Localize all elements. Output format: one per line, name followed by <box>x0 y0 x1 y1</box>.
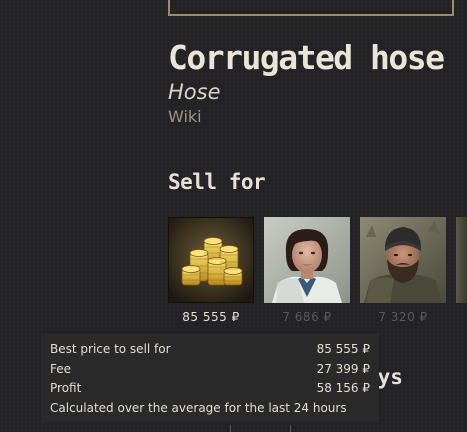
tooltip-note-row: Calculated over the average for the last… <box>50 399 370 419</box>
profit-label: Profit <box>50 381 82 395</box>
trader-price: 85 555 ₽ <box>182 310 240 324</box>
tooltip-best-price-row: Best price to sell for 85 555 ₽ <box>50 340 370 360</box>
tooltip-fee-row: Fee 27 399 ₽ <box>50 360 370 380</box>
best-price-label: Best price to sell for <box>50 342 171 356</box>
item-image-frame <box>168 0 454 16</box>
trader-portrait-bearded-man <box>360 217 446 303</box>
trader-price: 7 686 ₽ <box>282 310 332 324</box>
tooltip-profit-row: Profit 58 156 ₽ <box>50 379 370 399</box>
best-price-value: 85 555 ₽ <box>316 342 370 356</box>
trader-partial[interactable] <box>456 217 467 303</box>
sell-for-heading: Sell for <box>168 170 266 194</box>
item-type: Hose <box>168 80 221 104</box>
trader-price: 7 320 ₽ <box>378 310 428 324</box>
trader-flea-market[interactable]: 85 555 ₽ <box>168 217 254 324</box>
profit-value: 58 156 ₽ <box>316 381 370 395</box>
trader-jaeger[interactable]: 7 320 ₽ <box>360 217 446 324</box>
item-title: Corrugated hose <box>168 38 445 77</box>
wiki-link[interactable]: Wiki <box>168 107 202 126</box>
trader-therapist[interactable]: 7 686 ₽ <box>264 217 350 324</box>
table-divider <box>230 425 231 432</box>
fee-value: 27 399 ₽ <box>316 361 370 376</box>
gold-coins-icon <box>168 217 254 303</box>
tooltip-note: Calculated over the average for the last… <box>50 400 347 415</box>
table-divider <box>290 425 291 432</box>
trader-portrait-woman <box>264 217 350 303</box>
fee-label: Fee <box>50 361 72 376</box>
price-tooltip: Best price to sell for 85 555 ₽ Fee 27 3… <box>41 334 379 422</box>
